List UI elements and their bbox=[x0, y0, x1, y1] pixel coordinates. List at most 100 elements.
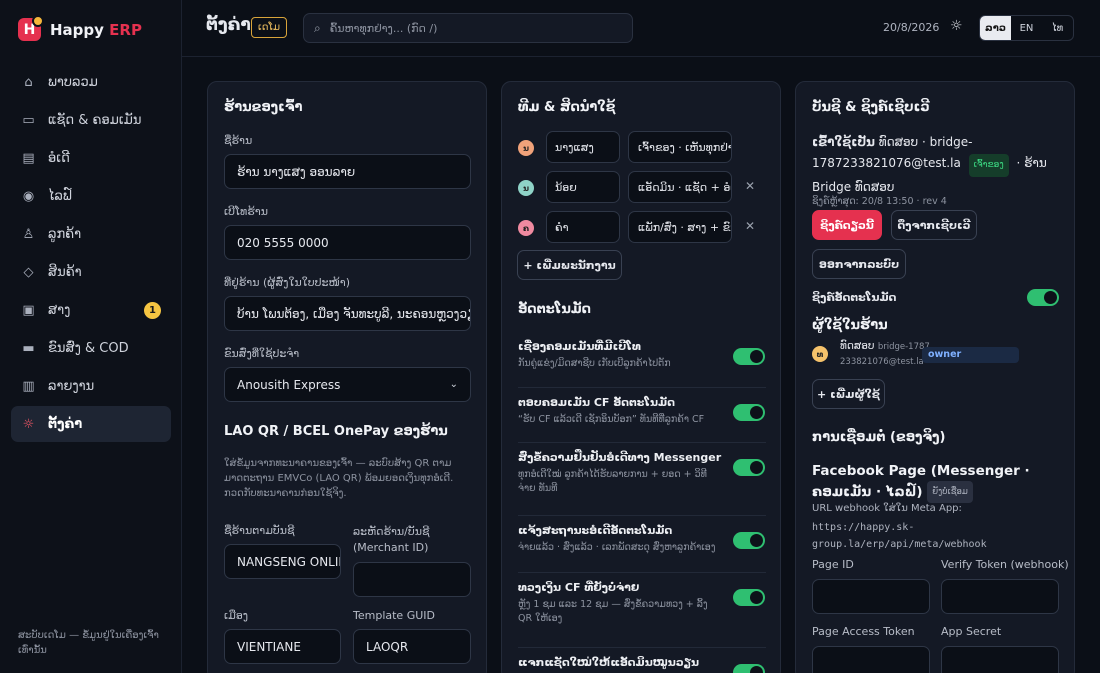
sidebar-item-8[interactable]: ▥ ລາຍງານ bbox=[11, 368, 171, 404]
language-option-2[interactable]: ໄທ bbox=[1042, 16, 1073, 40]
close-icon[interactable]: ✕ bbox=[745, 219, 755, 233]
city-field[interactable]: VIENTIANE bbox=[224, 629, 341, 664]
sidebar-item-label: ພາບລວມ bbox=[48, 74, 98, 90]
shipper-select-value: Anousith Express bbox=[237, 377, 341, 392]
sidebar-nav: ⌂ ພາບລວມ ▭ ແຊັດ & ຄອມເມັນ ▤ ອໍເດີ ◉ ໄລຟ໌ ♙ ລູກຄ້າ… bbox=[11, 64, 171, 444]
sun-icon[interactable]: ☼ bbox=[950, 18, 963, 34]
facebook-page-title: Facebook Page (Messenger · ຄອມເມັນ · ໄລຟ… bbox=[812, 461, 1052, 503]
member-role-select[interactable]: ແອັດມິນ · ແຊັດ + ອໍເດີ bbox=[628, 171, 732, 203]
search-box[interactable]: ⌕ bbox=[303, 13, 633, 43]
auto-sync-toggle[interactable] bbox=[1027, 289, 1059, 306]
sidebar-item-label: ອໍເດີ bbox=[48, 150, 70, 166]
users-title: ຜູ້ໃຊ້ໃນຮ້ານ bbox=[812, 318, 888, 333]
automation-item-title: ເຊື່ອງຄອມເມັນທີ່ມີເບີໂທ bbox=[518, 340, 641, 353]
city-label: ເມືອງ bbox=[224, 609, 249, 622]
logout-button[interactable]: ອອກຈາກລະບົບ bbox=[812, 249, 906, 279]
shop-address-field[interactable]: ບ້ານ ໂພນຕ້ອງ, ເມືອງ ຈັນທະບູລີ, ນະຄອນຫຼວງ… bbox=[224, 296, 471, 331]
verify-token-label: Verify Token (webhook) bbox=[941, 558, 1069, 571]
automation-item: ແຈ້ງສະຖານະອໍເດີອັດຕະໂນມັດ ຈ່າຍແລ້ວ · ສົ່ງ… bbox=[518, 523, 766, 555]
merchant-id-label: ລະຫັດຮ້ານ/ບັນຊີ (Merchant ID) bbox=[353, 525, 430, 554]
member-role-select[interactable]: ແພັກ/ສົ່ງ · ສາງ + ຂົນສົ່ງ bbox=[628, 211, 732, 243]
broadcast-icon: ◉ bbox=[22, 188, 35, 204]
guid-field[interactable]: LAOQR bbox=[353, 629, 471, 664]
automation-item: ແຈກແຊັດໃໝ່ໃຫ້ແອັດມິນໝູນວຽນ bbox=[518, 655, 766, 671]
demo-badge: ເດໂມ bbox=[251, 17, 288, 38]
sidebar-item-1[interactable]: ▭ ແຊັດ & ຄອມເມັນ bbox=[11, 102, 171, 138]
sidebar-item-label: ຕັ້ງຄ່າ bbox=[48, 416, 83, 432]
page-token-label: Page Access Token bbox=[812, 625, 915, 638]
member-name-field[interactable]: ຄຳ bbox=[546, 211, 620, 243]
sidebar-item-6[interactable]: ▣ ສາງ 1 bbox=[11, 292, 171, 328]
guid-label: Template GUID bbox=[353, 609, 435, 622]
member-name-field[interactable]: ນ້ອຍ bbox=[546, 171, 620, 203]
current-date: 20/8/2026 bbox=[883, 21, 940, 34]
brand[interactable]: H Happy ERP bbox=[18, 15, 142, 41]
sidebar-item-5[interactable]: ◇ ສິນຄ້າ bbox=[11, 254, 171, 290]
team-card: ທີມ & ສິດນຳໃຊ້ ນ ນາງແສງ ເຈົ້າຂອງ · ເຫັນທຸກ… bbox=[501, 81, 781, 673]
app-secret-label: App Secret bbox=[941, 625, 1002, 638]
automation-toggle[interactable] bbox=[733, 664, 765, 673]
logo-icon: H bbox=[18, 15, 44, 41]
search-input[interactable] bbox=[329, 21, 620, 35]
sidebar-item-label: ສິນຄ້າ bbox=[48, 264, 82, 280]
pull-from-server-button[interactable]: ດຶງຈາກເຊີບເວີ bbox=[891, 210, 977, 240]
page-token-field[interactable] bbox=[812, 646, 930, 673]
auto-sync-label: ຊິງຄ໌ອັດຕະໂນມັດ bbox=[812, 291, 897, 304]
automation-item: ທວງເງິນ CF ທີ່ຍັງບໍ່ຈ່າຍ ຫຼັງ 1 ຊມ ແລະ 12… bbox=[518, 580, 766, 626]
divider bbox=[518, 387, 766, 388]
role-badge: ເຈົ້າຂອງ bbox=[968, 154, 1009, 177]
users-icon: ♙ bbox=[22, 226, 35, 242]
account-name-field[interactable]: NANGSENG ONLINE bbox=[224, 544, 341, 579]
language-switcher: ລາວ EN ໄທ bbox=[979, 15, 1074, 41]
divider bbox=[518, 572, 766, 573]
sync-now-button[interactable]: ຊິງຄ໌ດຽວນີ້ bbox=[812, 210, 882, 240]
sidebar-item-9[interactable]: ☼ ຕັ້ງຄ່າ bbox=[11, 406, 171, 442]
login-info: ເຂົ້າໃຊ້ເປັນ ທົດສອບ · bridge-17872338210… bbox=[812, 132, 1062, 198]
shipper-select[interactable]: Anousith Express ⌄ bbox=[224, 367, 471, 402]
automation-toggle[interactable] bbox=[733, 589, 765, 606]
automation-toggle[interactable] bbox=[733, 348, 765, 365]
sidebar-item-label: ສາງ bbox=[48, 302, 71, 318]
receipt-icon: ▤ bbox=[22, 150, 35, 166]
member-role-select[interactable]: ເຈົ້າຂອງ · ເຫັນທຸກຢ່າງ bbox=[628, 131, 732, 163]
sidebar-item-3[interactable]: ◉ ໄລຟ໌ bbox=[11, 178, 171, 214]
sidebar-item-2[interactable]: ▤ ອໍເດີ bbox=[11, 140, 171, 176]
sidebar-item-7[interactable]: ▬ ຂົນສົ່ງ & COD bbox=[11, 330, 171, 366]
app-secret-field[interactable] bbox=[941, 646, 1059, 673]
page-id-field[interactable] bbox=[812, 579, 930, 614]
add-user-button[interactable]: + ເພີ່ມຜູ້ໃຊ້ bbox=[812, 379, 885, 409]
page-id-label: Page ID bbox=[812, 558, 854, 571]
shop-card: ຮ້ານຂອງເຈົ້າ ຊື່ຮ້ານ ຮ້ານ ນາງແສງ ອອນລາຍ … bbox=[207, 81, 487, 673]
sidebar-item-0[interactable]: ⌂ ພາບລວມ bbox=[11, 64, 171, 100]
verify-token-field[interactable] bbox=[941, 579, 1059, 614]
avatar: ທ bbox=[812, 346, 828, 362]
add-staff-button[interactable]: + ເພີ່ມພະນັກງານ bbox=[517, 250, 622, 280]
last-sync: ຊິງຄ໌ຫຼ້າສຸດ: 20/8 13:50 · rev 4 bbox=[812, 196, 947, 207]
member-name-field[interactable]: ນາງແສງ bbox=[546, 131, 620, 163]
webhook-url[interactable]: https://happy.sk-group.la/erp/api/meta/w… bbox=[812, 519, 1012, 553]
bar-chart-icon: ▥ bbox=[22, 378, 35, 394]
user-name: ທົດສອບ bbox=[840, 340, 875, 352]
automation-item-desc: “ຮັບ CF ແລ້ວເດີ ເຊັກອິນບັອກ” ທັນທີທີ່ລູກ… bbox=[518, 414, 705, 425]
language-option-1[interactable]: EN bbox=[1011, 16, 1042, 40]
shop-name-label: ຊື່ຮ້ານ bbox=[224, 134, 253, 147]
shop-address-label: ທີ່ຢູ່ຮ້ານ (ຜູ້ສົ່ງໃນໃບປະໜ້າ) bbox=[224, 276, 351, 289]
chevron-down-icon: ⌄ bbox=[449, 379, 458, 390]
account-title: ບັນຊີ & ຊິງຄ໌ເຊີບເວີ bbox=[812, 100, 930, 115]
truck-icon: ▬ bbox=[22, 340, 35, 356]
automation-toggle[interactable] bbox=[733, 532, 765, 549]
automation-toggle[interactable] bbox=[733, 459, 765, 476]
box-icon: ▣ bbox=[22, 302, 35, 318]
avatar: ນ bbox=[518, 140, 534, 156]
tag-icon: ◇ bbox=[23, 264, 34, 280]
automation-toggle[interactable] bbox=[733, 404, 765, 421]
connections-title: ການເຊື່ອມຕໍ່ (ຂອງຈິງ) bbox=[812, 430, 946, 445]
shop-phone-field[interactable]: 020 5555 0000 bbox=[224, 225, 471, 260]
close-icon[interactable]: ✕ bbox=[745, 179, 755, 193]
sidebar-item-4[interactable]: ♙ ລູກຄ້າ bbox=[11, 216, 171, 252]
merchant-id-field[interactable] bbox=[353, 562, 471, 597]
automation-item-title: ແຈກແຊັດໃໝ່ໃຫ້ແອັດມິນໝູນວຽນ bbox=[518, 656, 700, 669]
language-option-0[interactable]: ລາວ bbox=[980, 16, 1011, 40]
shop-name-field[interactable]: ຮ້ານ ນາງແສງ ອອນລາຍ bbox=[224, 154, 471, 189]
home-icon: ⌂ bbox=[24, 74, 33, 90]
